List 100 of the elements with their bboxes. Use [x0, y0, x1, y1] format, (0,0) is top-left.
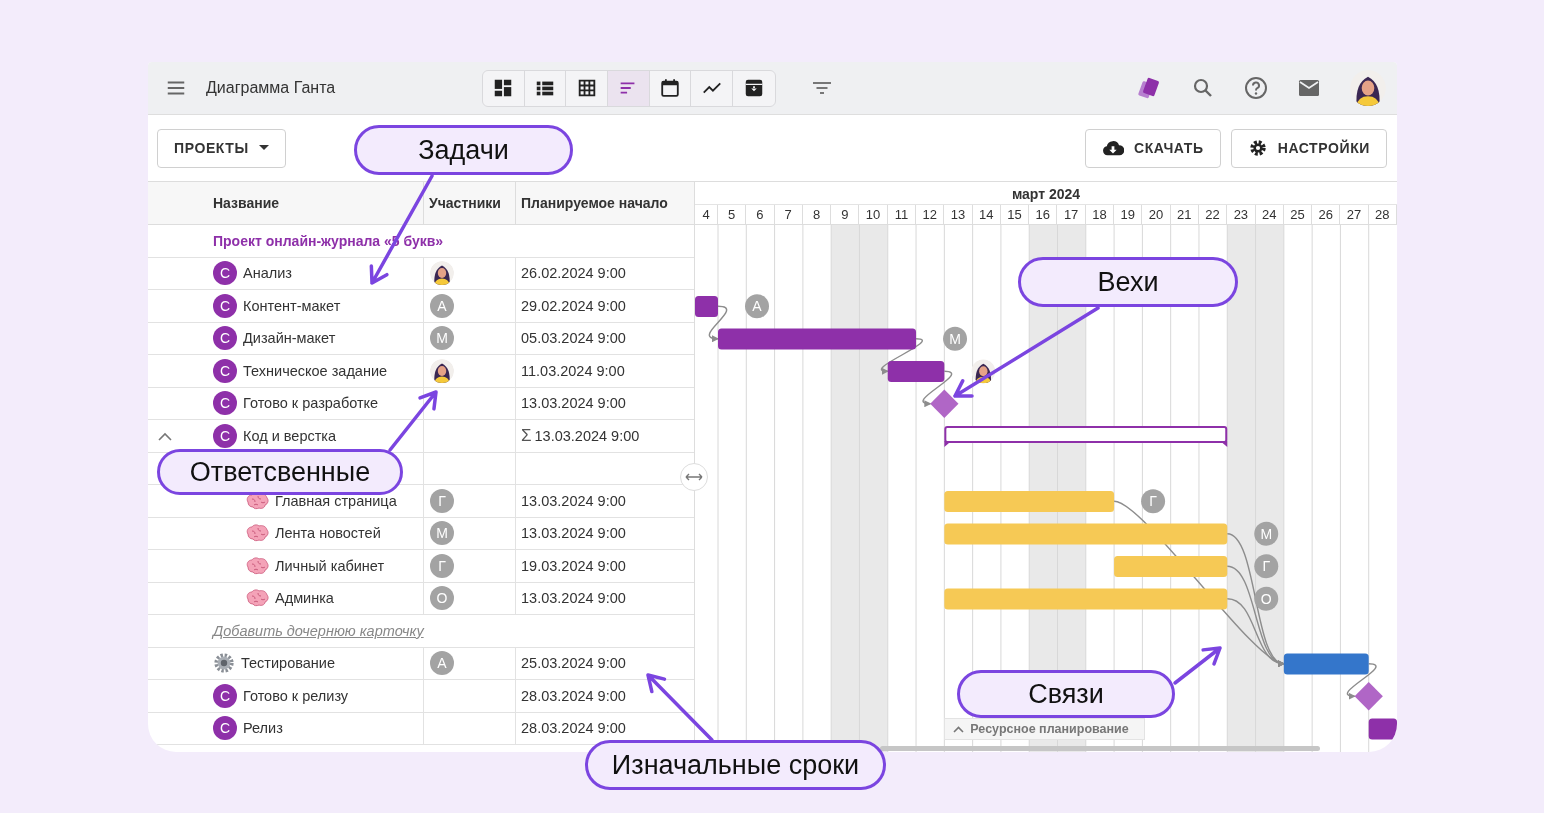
status-badge: С — [213, 293, 237, 318]
task-name[interactable]: Личный кабинет — [275, 557, 385, 574]
callout-arrow — [388, 390, 438, 452]
assignee-avatar: О — [430, 586, 454, 611]
assignee-avatar — [430, 261, 454, 286]
task-name[interactable]: Релиз — [243, 720, 283, 737]
day-label: 4 — [702, 207, 710, 222]
day-label: 5 — [728, 207, 736, 222]
day-label: 17 — [1063, 207, 1079, 222]
start-date: 26.02.2024 9:00 — [521, 265, 626, 282]
day-label: 22 — [1205, 207, 1220, 222]
assignee-avatar: М — [943, 326, 968, 351]
settings-button[interactable]: НАСТРОЙКИ — [1230, 128, 1387, 168]
status-badge: С — [213, 358, 237, 383]
start-date: 13.03.2024 9:00 — [521, 395, 626, 412]
task-name[interactable]: Готово к разработке — [243, 395, 379, 412]
assignee-avatar: А — [430, 651, 454, 676]
task-bar[interactable] — [695, 296, 718, 317]
callout-label: Ответсвенные — [157, 449, 403, 495]
task-name[interactable]: Код и верстка — [243, 427, 337, 444]
help-icon[interactable] — [1244, 76, 1268, 100]
projects-dropdown[interactable]: ПРОЕКТЫ — [157, 128, 286, 168]
day-label: 6 — [756, 207, 764, 222]
resize-handle[interactable] — [680, 463, 708, 491]
day-label: 16 — [1035, 207, 1051, 222]
start-date: 29.02.2024 9:00 — [521, 297, 626, 314]
assignee-avatar: М — [430, 326, 454, 351]
day-label: 7 — [784, 207, 792, 222]
cards-icon[interactable] — [1136, 75, 1162, 101]
task-name[interactable]: Дизайн-макет — [243, 330, 336, 347]
resource-planning-tab[interactable]: Ресурсное планирование — [944, 718, 1146, 740]
start-date: 13.03.2024 9:00 — [521, 492, 626, 509]
task-name[interactable]: Готово к релизу — [243, 687, 349, 704]
day-label: 11 — [894, 207, 909, 222]
summary-bar[interactable] — [944, 426, 1228, 447]
status-badge: С — [213, 423, 237, 448]
status-badge: С — [213, 716, 237, 741]
start-date: 13.03.2024 9:00 — [521, 590, 626, 607]
task-bar[interactable] — [718, 328, 917, 350]
brain-icon — [245, 555, 269, 576]
task-bar[interactable] — [1368, 718, 1397, 740]
assignee-avatar: Г — [430, 553, 454, 578]
task-bar[interactable] — [887, 361, 945, 382]
start-date: 25.03.2024 9:00 — [521, 655, 626, 672]
day-label: 12 — [922, 207, 937, 222]
calendar-icon — [659, 77, 682, 99]
sum-mark: Σ — [521, 425, 532, 446]
chevron-up-icon[interactable] — [158, 432, 172, 441]
day-label: 25 — [1290, 207, 1305, 222]
day-label: 15 — [1007, 207, 1022, 222]
callout-label: Задачи — [354, 125, 573, 175]
assignee-avatar: О — [1254, 586, 1279, 611]
task-name[interactable]: Анализ — [243, 265, 292, 282]
assignee-avatar: М — [1254, 521, 1279, 546]
assignee-avatar: Г — [1254, 554, 1279, 579]
assignee-avatar: Г — [430, 488, 454, 513]
add-child-link[interactable]: Добавить дочернюю карточку — [213, 622, 424, 639]
task-name[interactable]: Тестирование — [241, 655, 335, 672]
task-name[interactable]: Главная страница — [275, 492, 397, 509]
day-label: 27 — [1346, 207, 1362, 222]
day-label: 9 — [841, 207, 849, 222]
status-badge: С — [213, 391, 237, 416]
assignee-avatar: А — [430, 293, 454, 318]
day-label: 14 — [979, 207, 994, 222]
status-badge: С — [213, 261, 237, 286]
day-label: 24 — [1261, 207, 1277, 222]
task-name[interactable]: Контент-макет — [243, 297, 341, 314]
caret-icon — [258, 145, 269, 151]
day-label: 20 — [1148, 207, 1164, 222]
column-header[interactable]: Название — [213, 195, 280, 211]
download-button[interactable]: СКАЧАТЬ — [1084, 128, 1221, 168]
assignee-avatar — [430, 358, 454, 383]
assignee-avatar: А — [745, 294, 769, 319]
scrollbar[interactable] — [880, 746, 1320, 751]
day-label: 26 — [1318, 207, 1333, 222]
callout-label: Изначальные сроки — [585, 740, 886, 790]
settings-icon — [1247, 138, 1268, 158]
chevron-up-icon — [953, 725, 965, 733]
day-label: 8 — [812, 207, 821, 222]
task-name[interactable]: Лента новостей — [275, 525, 381, 542]
brain-icon — [245, 588, 269, 609]
resize-arrows-icon — [685, 473, 703, 481]
callout-label: Связи — [957, 670, 1175, 718]
day-label: 10 — [865, 207, 881, 222]
gear-icon — [213, 652, 235, 675]
start-date: 11.03.2024 9:00 — [521, 362, 625, 379]
task-name[interactable]: Админка — [275, 590, 334, 607]
callout-label: Вехи — [1018, 257, 1238, 307]
column-header[interactable]: Участники — [429, 195, 501, 211]
month-label: март 2024 — [1011, 186, 1081, 202]
assignee-avatar: Г — [1141, 489, 1166, 514]
day-label: 28 — [1375, 207, 1390, 222]
callout-arrow — [1173, 646, 1222, 685]
user-avatar[interactable] — [1350, 70, 1386, 106]
task-name[interactable]: Техническое задание — [243, 362, 388, 379]
column-header[interactable]: Планируемое начало — [521, 195, 668, 211]
status-badge: С — [213, 326, 237, 351]
start-date: 13.03.2024 9:00 — [521, 525, 626, 542]
brain-icon — [245, 523, 269, 544]
assignee-avatar: М — [430, 521, 454, 546]
